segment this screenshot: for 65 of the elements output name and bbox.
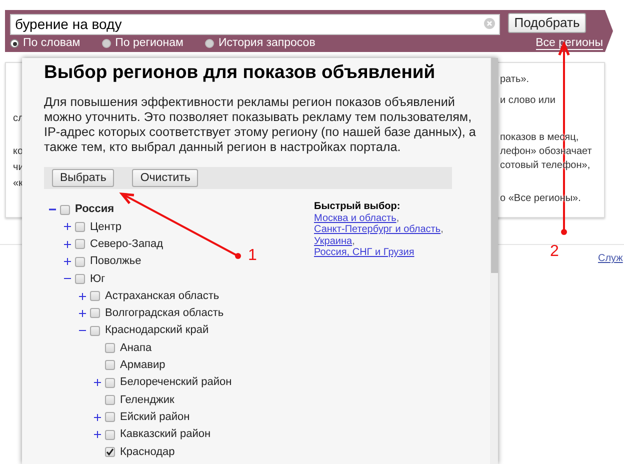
checkbox[interactable] (90, 326, 100, 336)
tree-item-label[interactable]: Поволжье (90, 253, 142, 270)
checkbox[interactable] (105, 394, 115, 405)
checkbox[interactable] (90, 308, 100, 318)
tree-item-label[interactable]: Астраханская область (105, 288, 220, 304)
collapse-icon[interactable] (48, 206, 56, 214)
scrollbar[interactable] (490, 58, 498, 464)
search-mode-option[interactable]: По словам (10, 34, 80, 52)
dialog-description: Для повышения эффективности рекламы регион показов объявлений можно уточнить. Это позволяет показывать рекламу тем пользователям, IP-адрес которых соответствует этому региону (по нашей базе данных), а также тем, кто выбрал данный регион в настройках портала. (44, 95, 477, 155)
tree-item-label[interactable]: Краснодарский край (105, 322, 209, 339)
tree-item-label[interactable]: Россия (75, 201, 114, 218)
checkbox[interactable] (105, 360, 115, 370)
submit-button[interactable]: Подобрать (508, 13, 586, 33)
expand-icon[interactable] (78, 310, 86, 317)
dialog-button[interactable]: Выбрать (52, 169, 114, 187)
quick-select-link[interactable]: Украина (314, 236, 352, 246)
checkbox[interactable] (75, 222, 85, 232)
quick-select-link[interactable]: Москва и область (314, 212, 396, 224)
expand-icon[interactable] (64, 223, 70, 230)
comma: , (440, 224, 444, 235)
checkbox[interactable] (60, 204, 70, 215)
clear-icon[interactable] (484, 18, 495, 29)
checkbox[interactable] (75, 274, 85, 284)
search-mode-option[interactable]: По регионам (102, 34, 184, 52)
annotation-number: 2 (550, 243, 559, 260)
checkbox[interactable] (90, 291, 100, 302)
tree-item-label[interactable]: Северо-Запад (90, 236, 164, 252)
checkbox[interactable] (105, 343, 115, 354)
scrollbar-thumb[interactable] (491, 58, 498, 273)
all-regions-link[interactable]: Все регионы (536, 37, 603, 50)
checkbox[interactable] (105, 446, 115, 457)
tree-item-label[interactable]: Геленджик (120, 392, 174, 408)
tree-item-label[interactable]: Юг (90, 270, 106, 288)
tree-item-label[interactable]: Белореченский район (120, 374, 232, 391)
tree-item-label[interactable]: Ейский район (120, 408, 190, 426)
tree-item-label[interactable]: Центр (90, 218, 122, 236)
expand-icon[interactable] (64, 240, 70, 248)
search-mode-option[interactable]: История запросов (205, 34, 316, 52)
expand-icon[interactable] (94, 431, 100, 438)
footer-link[interactable]: Служ (598, 251, 624, 266)
checkbox[interactable] (75, 256, 85, 267)
comma: , (396, 212, 400, 224)
tree-item-label[interactable]: Кавказский район (120, 426, 211, 443)
text-fragment: и слово или (500, 94, 556, 108)
annotation-number: 1 (248, 247, 257, 264)
quick-select-link[interactable]: Санкт-Петербург и область (314, 224, 441, 235)
expand-icon[interactable] (94, 379, 100, 386)
search-field[interactable]: бурение на воду (10, 14, 500, 35)
expand-icon[interactable] (94, 414, 100, 421)
checkbox[interactable] (75, 239, 85, 250)
expand-icon[interactable] (64, 258, 70, 266)
checkbox[interactable] (105, 378, 115, 388)
comma: , (352, 236, 355, 246)
tree-item-label[interactable]: Волгоградская область (105, 305, 224, 322)
tree-item-label[interactable]: Краснодар (120, 444, 175, 460)
tree-item-label[interactable]: Армавир (120, 357, 166, 374)
checkbox[interactable] (105, 412, 115, 422)
dialog-button[interactable]: Очистить (132, 169, 198, 187)
quick-select-link[interactable]: Россия, СНГ и Грузия (314, 247, 414, 258)
text-fragment: рать». (500, 73, 530, 87)
tree-item-label[interactable]: Анапа (120, 340, 152, 356)
dialog-title: Выбор регионов для показов объявлений (44, 60, 436, 83)
checkbox[interactable] (105, 430, 115, 440)
quick-select-title: Быстрый выбор: (314, 201, 402, 212)
expand-icon[interactable] (78, 292, 86, 300)
